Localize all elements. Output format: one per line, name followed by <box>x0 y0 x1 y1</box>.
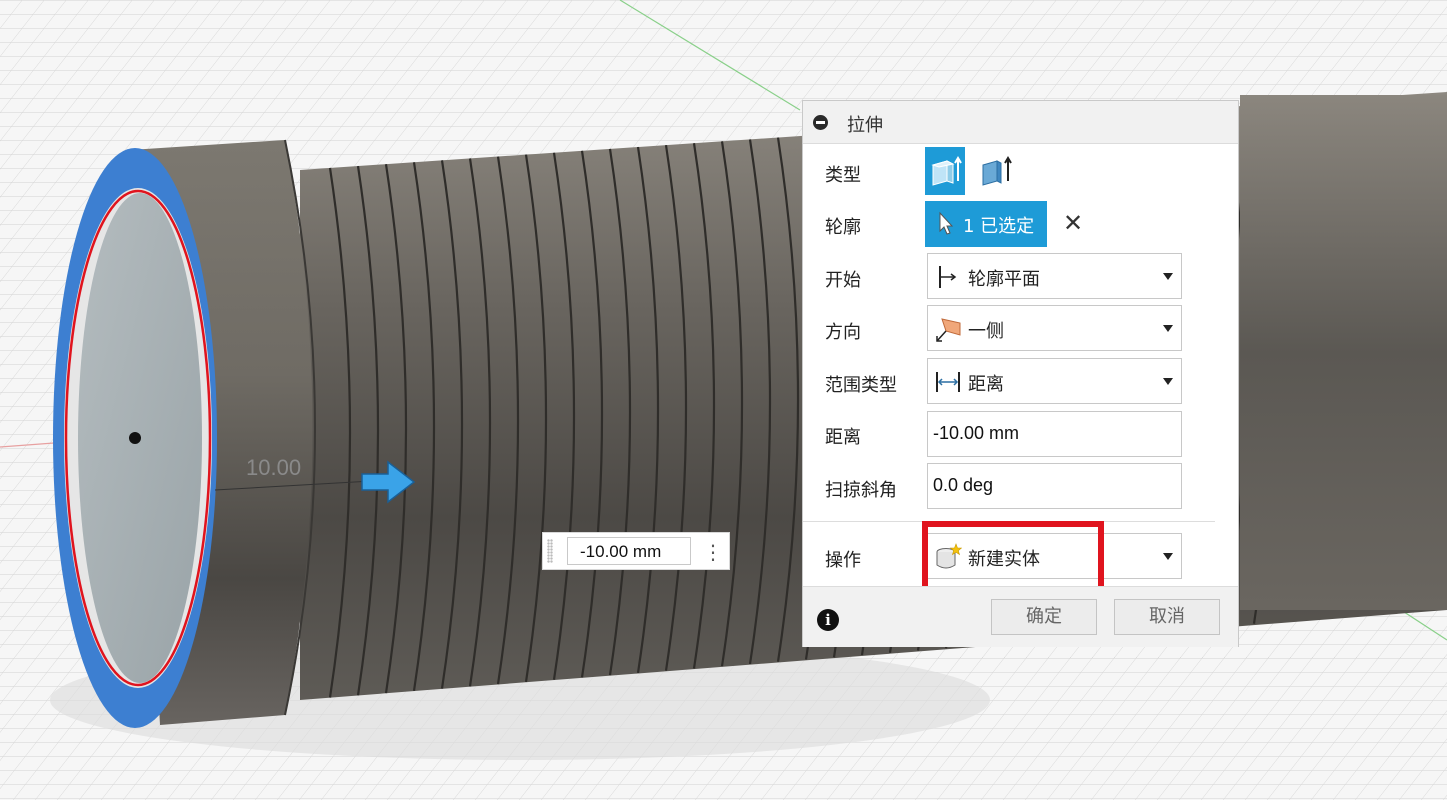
start-dropdown[interactable]: 轮廓平面 <box>927 253 1182 299</box>
profile-label: 轮廓 <box>825 217 861 238</box>
direction-dropdown[interactable]: 一侧 <box>927 305 1182 351</box>
chevron-down-icon <box>1163 553 1173 560</box>
chevron-down-icon <box>1163 378 1173 385</box>
direction-label: 方向 <box>825 322 861 343</box>
start-label: 开始 <box>825 270 861 291</box>
cancel-button[interactable]: 取消 <box>1114 599 1220 635</box>
extent-type-value: 距离 <box>968 374 1004 395</box>
extent-type-dropdown[interactable]: 距离 <box>927 358 1182 404</box>
taper-angle-input[interactable]: 0.0 deg <box>927 463 1182 509</box>
start-value: 轮廓平面 <box>968 269 1040 290</box>
distance-icon <box>936 372 960 392</box>
extrude-solid-button[interactable] <box>925 147 965 195</box>
profile-selection-button[interactable]: 1 已选定 <box>925 201 1047 247</box>
profile-selection-text: 1 已选定 <box>963 216 1035 237</box>
info-icon[interactable]: i <box>817 609 839 631</box>
direction-value: 一侧 <box>968 321 1004 342</box>
taper-angle-label: 扫掠斜角 <box>825 480 897 501</box>
type-label: 类型 <box>825 165 861 186</box>
drag-handle[interactable] <box>547 539 553 563</box>
chevron-down-icon <box>1163 273 1173 280</box>
chevron-down-icon <box>1163 325 1173 332</box>
ok-button[interactable]: 确定 <box>991 599 1097 635</box>
operation-label: 操作 <box>825 550 861 571</box>
floating-distance-value[interactable]: -10.00 mm <box>567 537 691 565</box>
clear-selection-icon[interactable]: ✕ <box>1063 211 1083 235</box>
distance-input[interactable]: -10.00 mm <box>927 411 1182 457</box>
one-side-icon <box>936 318 961 342</box>
extrude-thin-button[interactable] <box>975 147 1015 195</box>
dialog-footer: i 确定 取消 <box>803 586 1238 647</box>
floating-distance-input[interactable]: -10.00 mm ⋮ <box>542 532 730 570</box>
distance-label: 距离 <box>825 427 861 448</box>
cursor-select-icon <box>939 211 954 235</box>
extrude-solid-icon <box>931 156 962 186</box>
dialog-header: 拉伸 <box>803 101 1238 144</box>
extrude-dialog: 拉伸 类型 轮廓 1 已选定 ✕ 开始 轮廓平面 方向 一侧 范围类型 距离 距… <box>802 100 1239 647</box>
dimension-label: 10.00 <box>246 455 302 480</box>
collapse-icon[interactable] <box>813 115 828 130</box>
more-options-icon[interactable]: ⋮ <box>703 539 723 565</box>
operation-highlight-box <box>922 521 1104 595</box>
profile-plane-icon <box>939 266 957 288</box>
extrude-thin-icon <box>982 156 1012 186</box>
extent-type-label: 范围类型 <box>825 375 897 396</box>
dialog-title: 拉伸 <box>847 115 883 136</box>
